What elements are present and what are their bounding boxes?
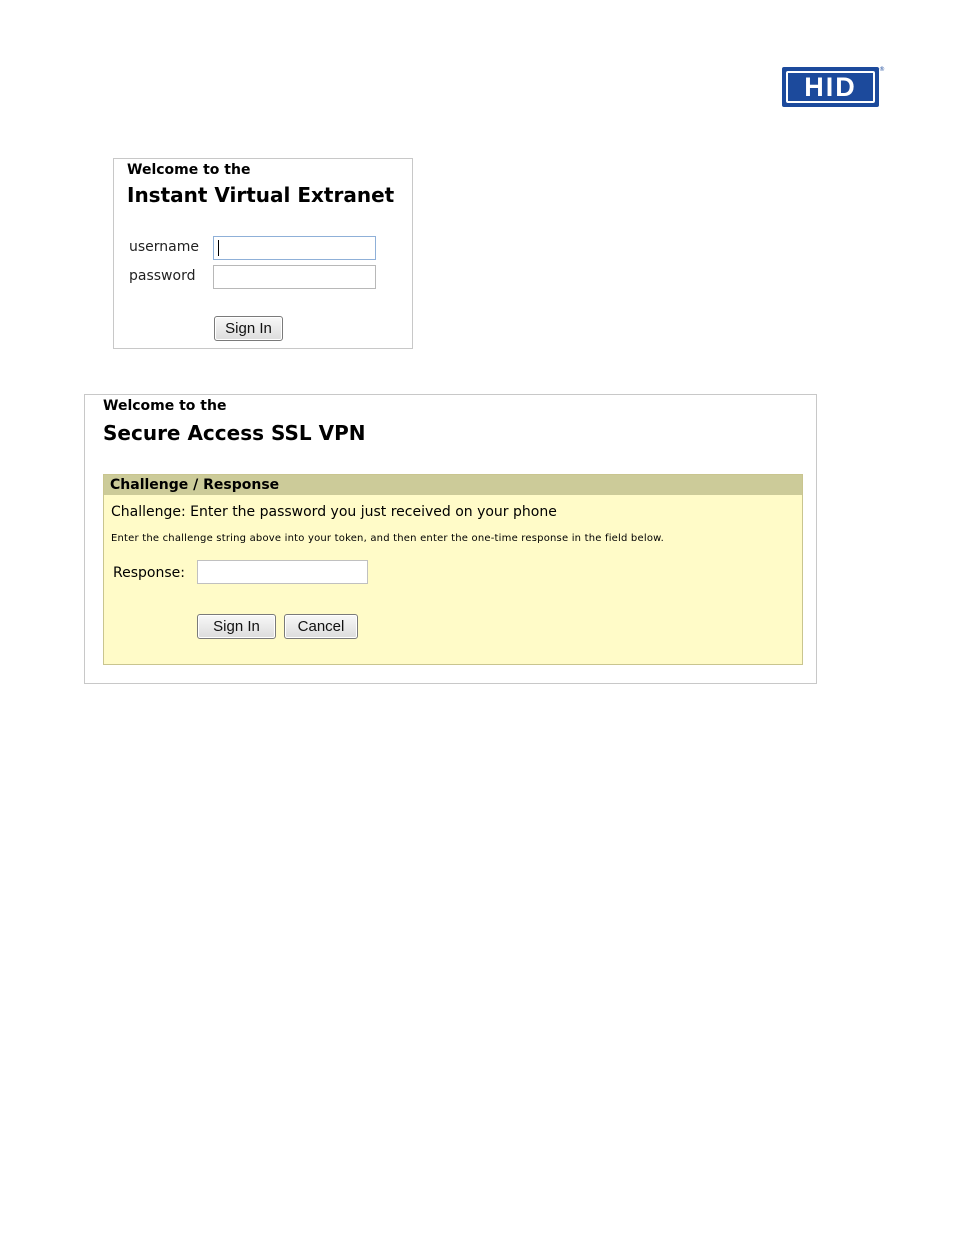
challenge-response-header: Challenge / Response — [104, 475, 802, 495]
hid-logo-text: HID — [804, 71, 857, 102]
username-input[interactable] — [213, 236, 376, 260]
password-input[interactable] — [213, 265, 376, 289]
response-label: Response: — [113, 565, 185, 581]
hid-logo-frame: HID — [786, 71, 875, 103]
challenge-response-section: Challenge / Response Challenge: Enter th… — [103, 474, 803, 665]
instructions-text: Enter the challenge string above into yo… — [111, 533, 664, 544]
challenge-text: Challenge: Enter the password you just r… — [111, 504, 557, 520]
hid-logo: HID — [782, 67, 879, 107]
ive-title: Instant Virtual Extranet — [127, 183, 395, 207]
ive-welcome-text: Welcome to the — [127, 162, 251, 178]
ive-login-panel: Welcome to the Instant Virtual Extranet … — [113, 158, 413, 349]
password-label: password — [129, 268, 196, 284]
vpn-welcome-text: Welcome to the — [103, 398, 227, 414]
text-caret — [218, 240, 219, 256]
response-input[interactable] — [197, 560, 368, 584]
ive-sign-in-button[interactable]: Sign In — [214, 316, 283, 341]
username-label: username — [129, 239, 199, 255]
ssl-vpn-panel: Welcome to the Secure Access SSL VPN Cha… — [84, 394, 817, 684]
vpn-sign-in-button[interactable]: Sign In — [197, 614, 276, 639]
vpn-title: Secure Access SSL VPN — [103, 421, 366, 445]
cancel-button[interactable]: Cancel — [284, 614, 358, 639]
registered-mark: ® — [879, 66, 885, 73]
